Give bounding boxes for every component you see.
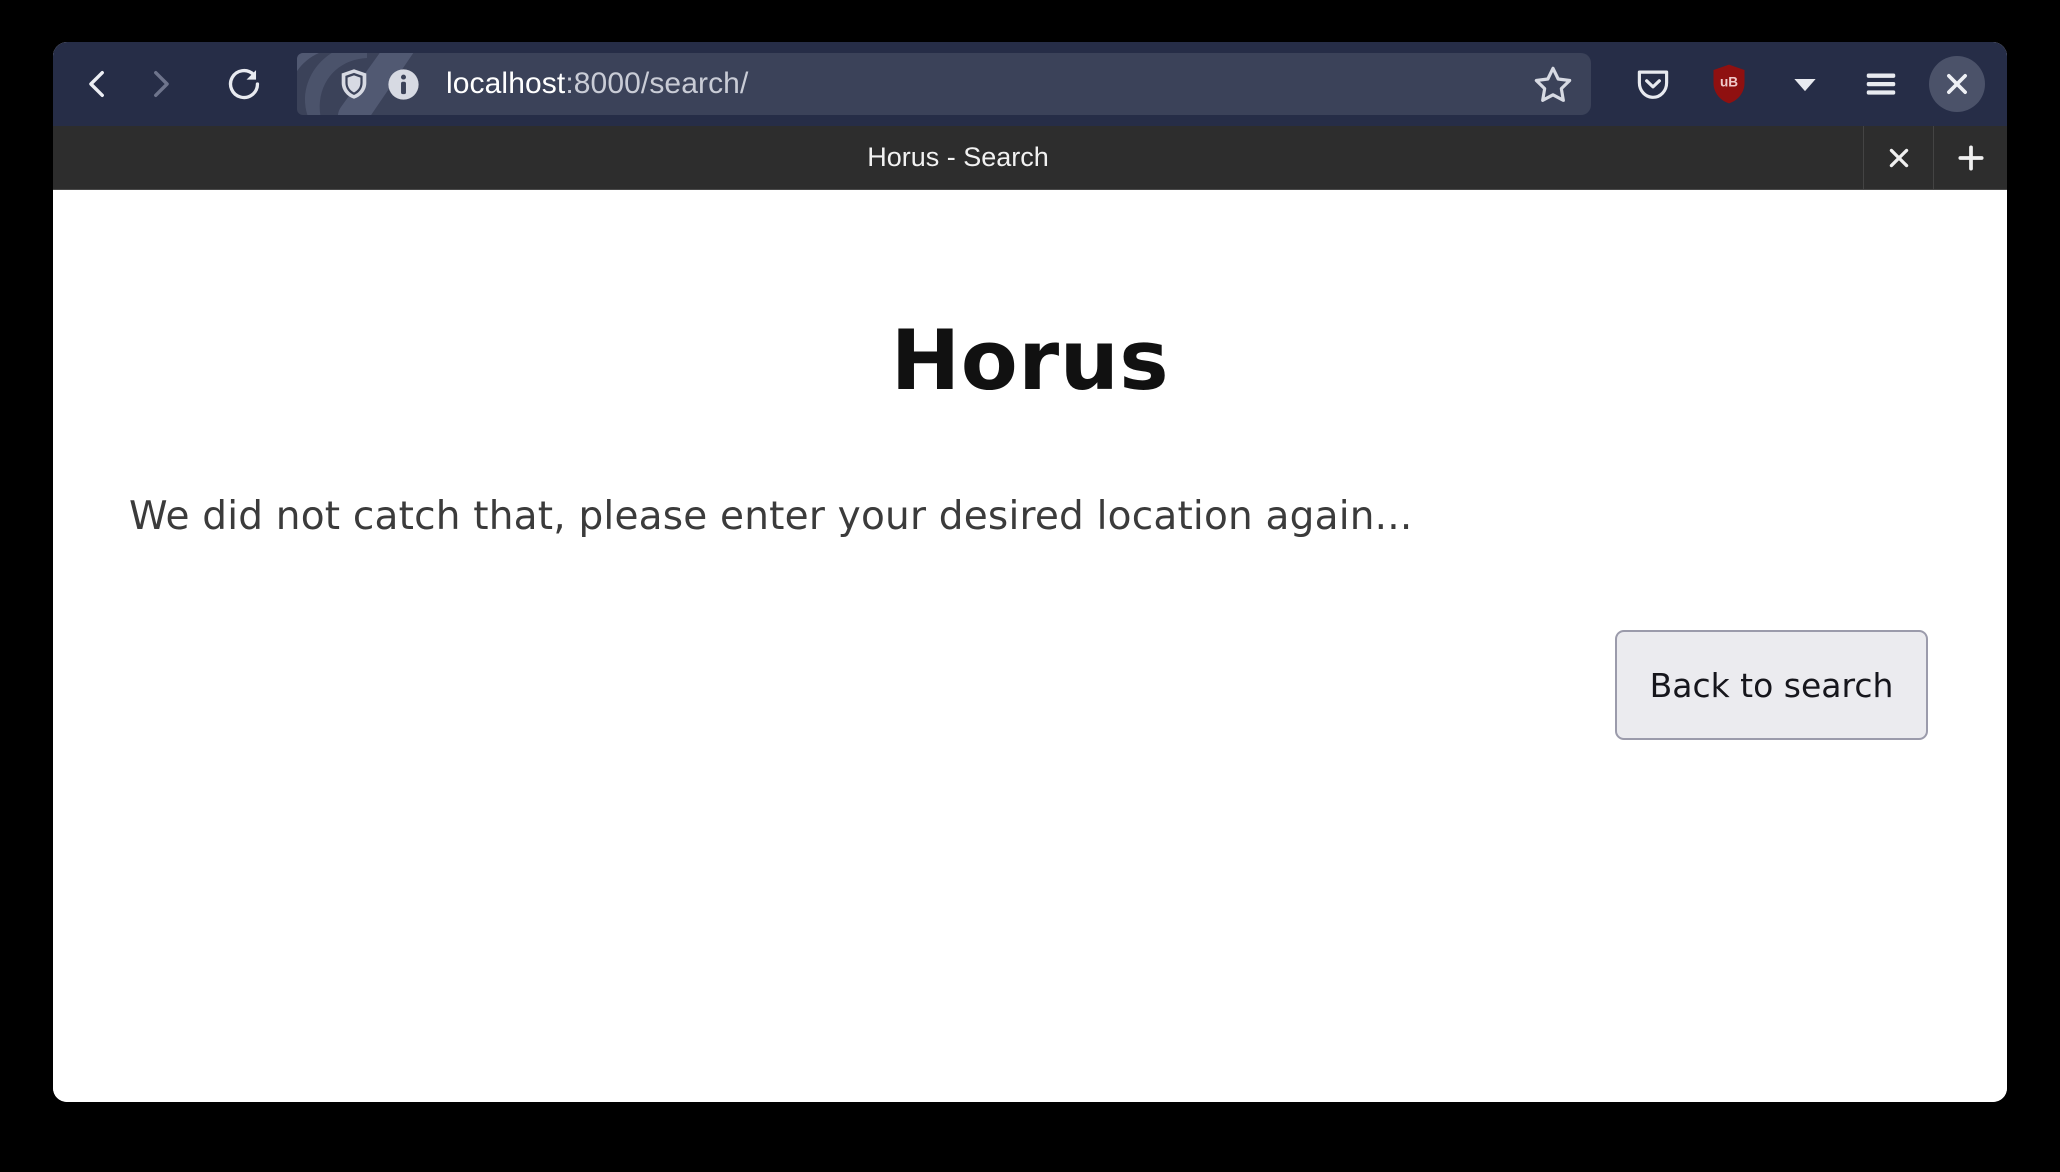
navigation-toolbar: localhost:8000/search/ uB xyxy=(53,42,2007,126)
ublock-origin-icon: uB xyxy=(1713,64,1745,104)
close-icon xyxy=(1947,74,1967,94)
pocket-icon xyxy=(1637,70,1669,99)
new-tab-button[interactable] xyxy=(1933,126,2007,189)
error-message: We did not catch that, please enter your… xyxy=(129,494,1413,539)
url-bar-icons xyxy=(339,68,420,101)
close-tab-icon xyxy=(1889,148,1908,167)
url-host: localhost xyxy=(446,67,566,100)
url-bar[interactable]: localhost:8000/search/ xyxy=(297,53,1591,115)
close-window-circle xyxy=(1929,56,1985,112)
bookmark-button[interactable] xyxy=(1521,53,1585,115)
shield-icon[interactable] xyxy=(339,68,369,100)
close-tab-button[interactable] xyxy=(1863,126,1933,189)
chevron-left-icon xyxy=(89,70,104,98)
svg-text:uB: uB xyxy=(1720,75,1738,90)
chevron-right-icon xyxy=(154,70,169,98)
reload-button[interactable] xyxy=(213,53,275,115)
hamburger-menu-icon xyxy=(1866,73,1896,95)
info-circle-icon[interactable] xyxy=(387,68,420,101)
star-icon xyxy=(1534,66,1572,102)
toolbar-right-group: uB xyxy=(1591,53,2007,115)
chevron-down-icon xyxy=(1794,79,1816,92)
url-text: localhost:8000/search/ xyxy=(446,67,748,101)
pocket-button[interactable] xyxy=(1615,53,1691,115)
forward-button[interactable] xyxy=(129,53,191,115)
browser-window: localhost:8000/search/ uB Horus - Search… xyxy=(53,42,2007,1102)
back-to-search-button[interactable]: Back to search xyxy=(1615,630,1928,740)
tab-title: Horus - Search xyxy=(867,142,1049,172)
tab-horus-search[interactable]: Horus - Search xyxy=(53,126,1863,189)
plus-icon xyxy=(1957,144,1984,171)
back-button[interactable] xyxy=(67,53,129,115)
page-content: Horus We did not catch that, please ente… xyxy=(53,190,2007,1102)
reload-icon xyxy=(228,68,260,100)
page-title: Horus xyxy=(890,312,1170,409)
tab-strip: Horus - Search xyxy=(53,126,2007,190)
ublock-origin-button[interactable]: uB xyxy=(1691,53,1767,115)
close-window-button[interactable] xyxy=(1919,53,1995,115)
app-menu-button[interactable] xyxy=(1843,53,1919,115)
overflow-menu-button[interactable] xyxy=(1767,53,1843,115)
url-path: :8000/search/ xyxy=(565,67,749,100)
